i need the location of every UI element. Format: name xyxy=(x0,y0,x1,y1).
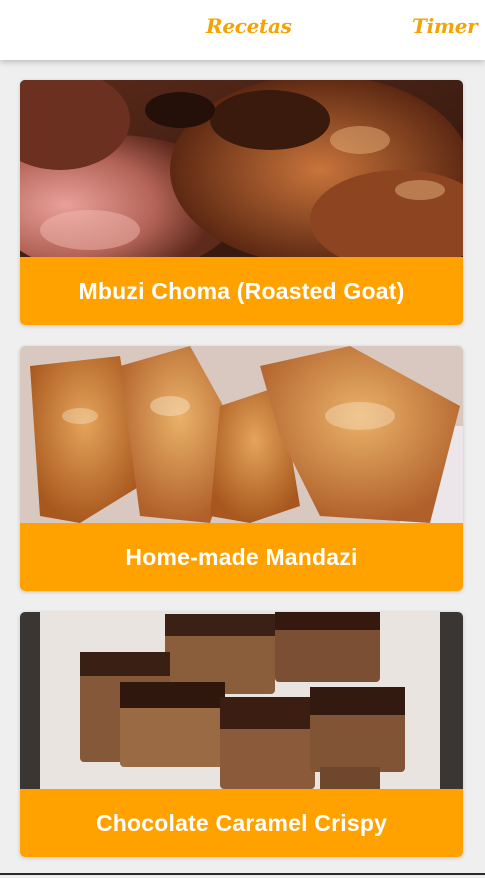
recipe-card[interactable]: Home-made Mandazi xyxy=(20,346,463,591)
recipe-image-roasted-goat xyxy=(20,80,463,257)
recipe-title: Mbuzi Choma (Roasted Goat) xyxy=(78,277,405,304)
recipe-card[interactable]: Mbuzi Choma (Roasted Goat) xyxy=(20,80,463,325)
recipe-title-bar: Chocolate Caramel Crispy xyxy=(20,789,463,857)
recipe-title-bar: Home-made Mandazi xyxy=(20,523,463,591)
nav-link-recetas[interactable]: Recetas xyxy=(206,14,292,38)
nav-link-timer[interactable]: Timer xyxy=(412,14,478,38)
recipe-image-chocolate-crispy xyxy=(20,612,463,789)
recipe-image-mandazi xyxy=(20,346,463,523)
recipe-title: Home-made Mandazi xyxy=(125,543,358,570)
top-navigation-bar: Recetas Timer xyxy=(0,0,485,60)
recipe-card-list: Mbuzi Choma (Roasted Goat) Home-made Man… xyxy=(20,80,463,878)
recipe-card[interactable]: Chocolate Caramel Crispy xyxy=(20,612,463,857)
recipe-title-bar: Mbuzi Choma (Roasted Goat) xyxy=(20,257,463,325)
recipe-title: Chocolate Caramel Crispy xyxy=(95,809,388,836)
